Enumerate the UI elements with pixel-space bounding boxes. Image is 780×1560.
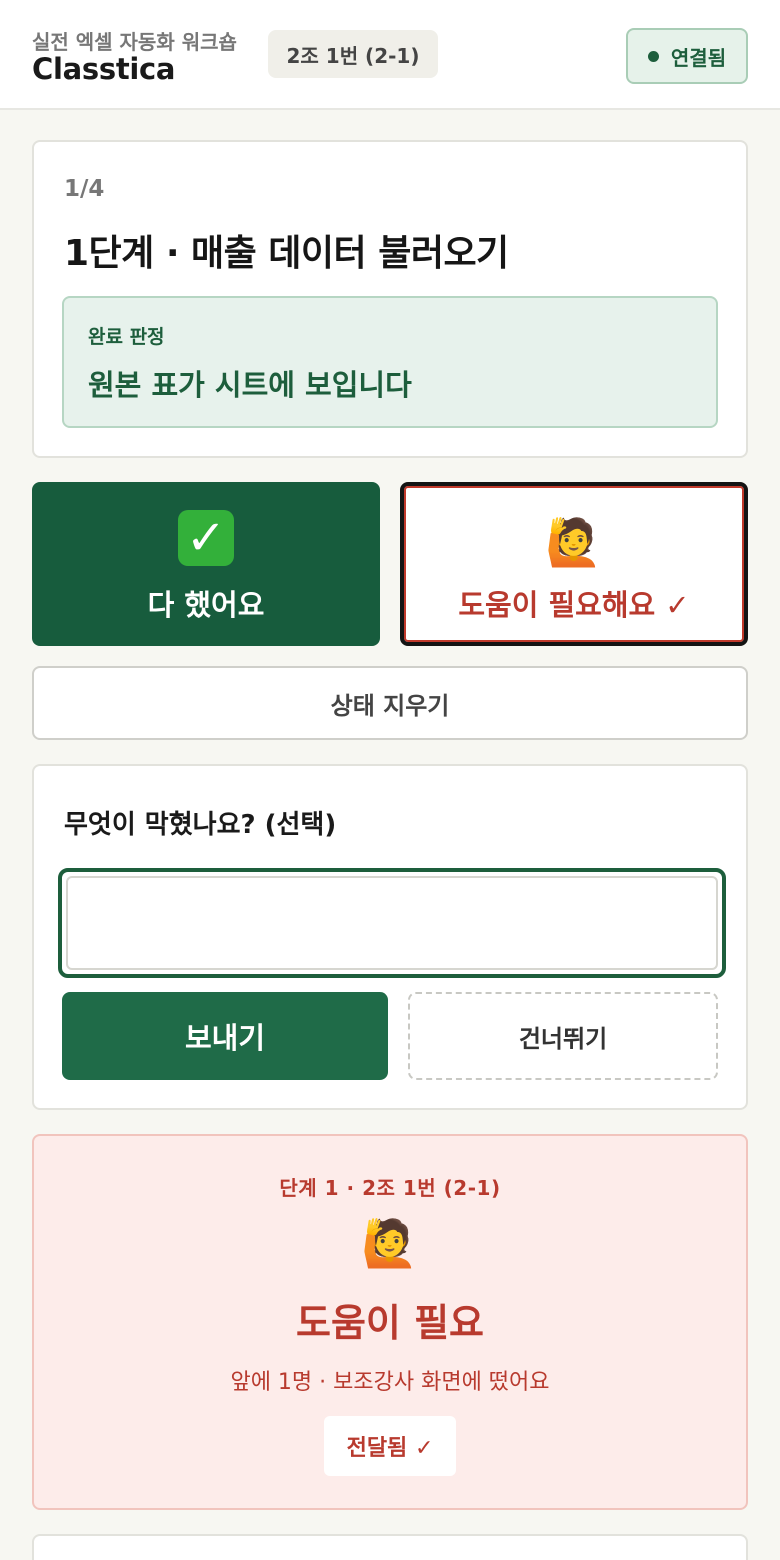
step-title: 1단계 · 매출 데이터 불러오기: [64, 233, 509, 274]
app-header: 실전 엑셀 자동화 워크숍 Classtica 2조 1번 (2-1) 연결됨: [0, 0, 780, 110]
criteria-label: 완료 판정: [88, 326, 165, 348]
raising-hand-icon: 🙋: [361, 1216, 419, 1270]
blocker-input-frame: [58, 868, 726, 978]
connection-status-label: 연결됨: [670, 45, 727, 70]
raising-hand-icon: 🙋: [545, 515, 603, 569]
help-status-alert: 단계 1 · 2조 1번 (2-1) 🙋 도움이 필요 앞에 1명 · 보조강사…: [32, 1134, 748, 1510]
clear-status-button[interactable]: 상태 지우기: [32, 666, 748, 740]
step-card: 1/4 1단계 · 매출 데이터 불러오기 완료 판정 원본 표가 시트에 보입…: [32, 140, 748, 458]
done-button[interactable]: ✓ 다 했어요: [32, 482, 380, 646]
completion-criteria-box: 완료 판정 원본 표가 시트에 보입니다: [62, 296, 718, 428]
check-mark-icon: ✓: [32, 508, 380, 568]
delivered-badge: 전달됨 ✓: [324, 1416, 456, 1476]
help-request-form: 무엇이 막혔나요? (선택) 보내기 건너뛰기: [32, 764, 748, 1110]
connection-status-badge: 연결됨: [626, 28, 748, 84]
next-card: [32, 1534, 748, 1560]
need-help-button[interactable]: 🙋 도움이 필요해요 ✓: [400, 482, 748, 646]
alert-meta: 단계 1 · 2조 1번 (2-1): [279, 1176, 501, 1200]
send-button[interactable]: 보내기: [62, 992, 388, 1080]
skip-button[interactable]: 건너뛰기: [408, 992, 718, 1080]
group-badge: 2조 1번 (2-1): [268, 30, 438, 78]
form-question: 무엇이 막혔나요? (선택): [64, 810, 337, 840]
brand-name: Classtica: [32, 52, 176, 86]
step-counter: 1/4: [64, 176, 105, 202]
criteria-value: 원본 표가 시트에 보입니다: [88, 368, 412, 402]
status-dot-icon: [647, 50, 659, 62]
blocker-input[interactable]: [66, 876, 718, 970]
alert-subtitle: 앞에 1명 · 보조강사 화면에 떴어요: [230, 1370, 550, 1395]
alert-title: 도움이 필요: [295, 1301, 485, 1345]
done-button-label: 다 했어요: [147, 588, 265, 622]
workshop-subtitle: 실전 엑셀 자동화 워크숍: [32, 30, 237, 54]
need-help-button-label: 도움이 필요해요 ✓: [458, 588, 690, 622]
